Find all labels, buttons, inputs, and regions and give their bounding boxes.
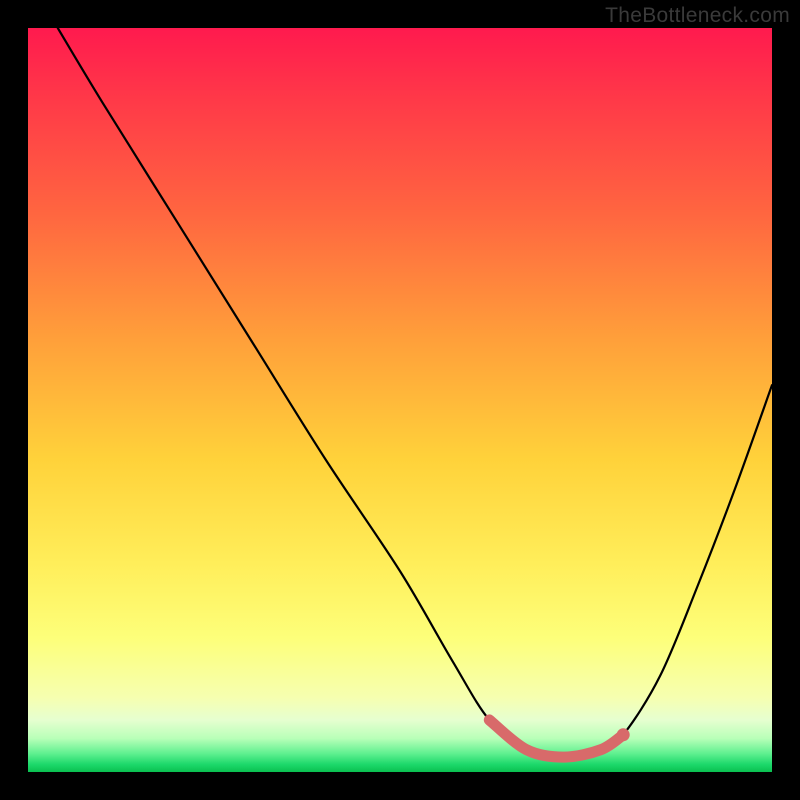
watermark-text: TheBottleneck.com	[605, 4, 790, 28]
bottleneck-curve	[28, 28, 772, 772]
plot-area	[28, 28, 772, 772]
chart-frame: TheBottleneck.com	[0, 0, 800, 800]
